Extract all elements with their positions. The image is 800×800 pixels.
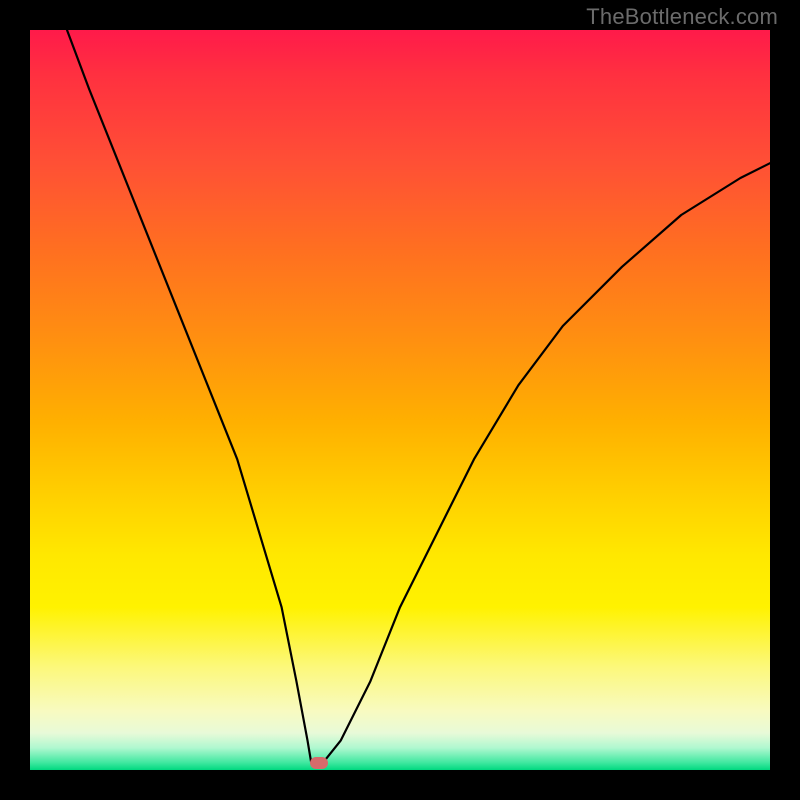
optimal-point-marker xyxy=(310,757,328,769)
chart-frame: TheBottleneck.com xyxy=(0,0,800,800)
bottleneck-curve xyxy=(30,30,770,770)
plot-area xyxy=(30,30,770,770)
watermark-text: TheBottleneck.com xyxy=(586,4,778,30)
